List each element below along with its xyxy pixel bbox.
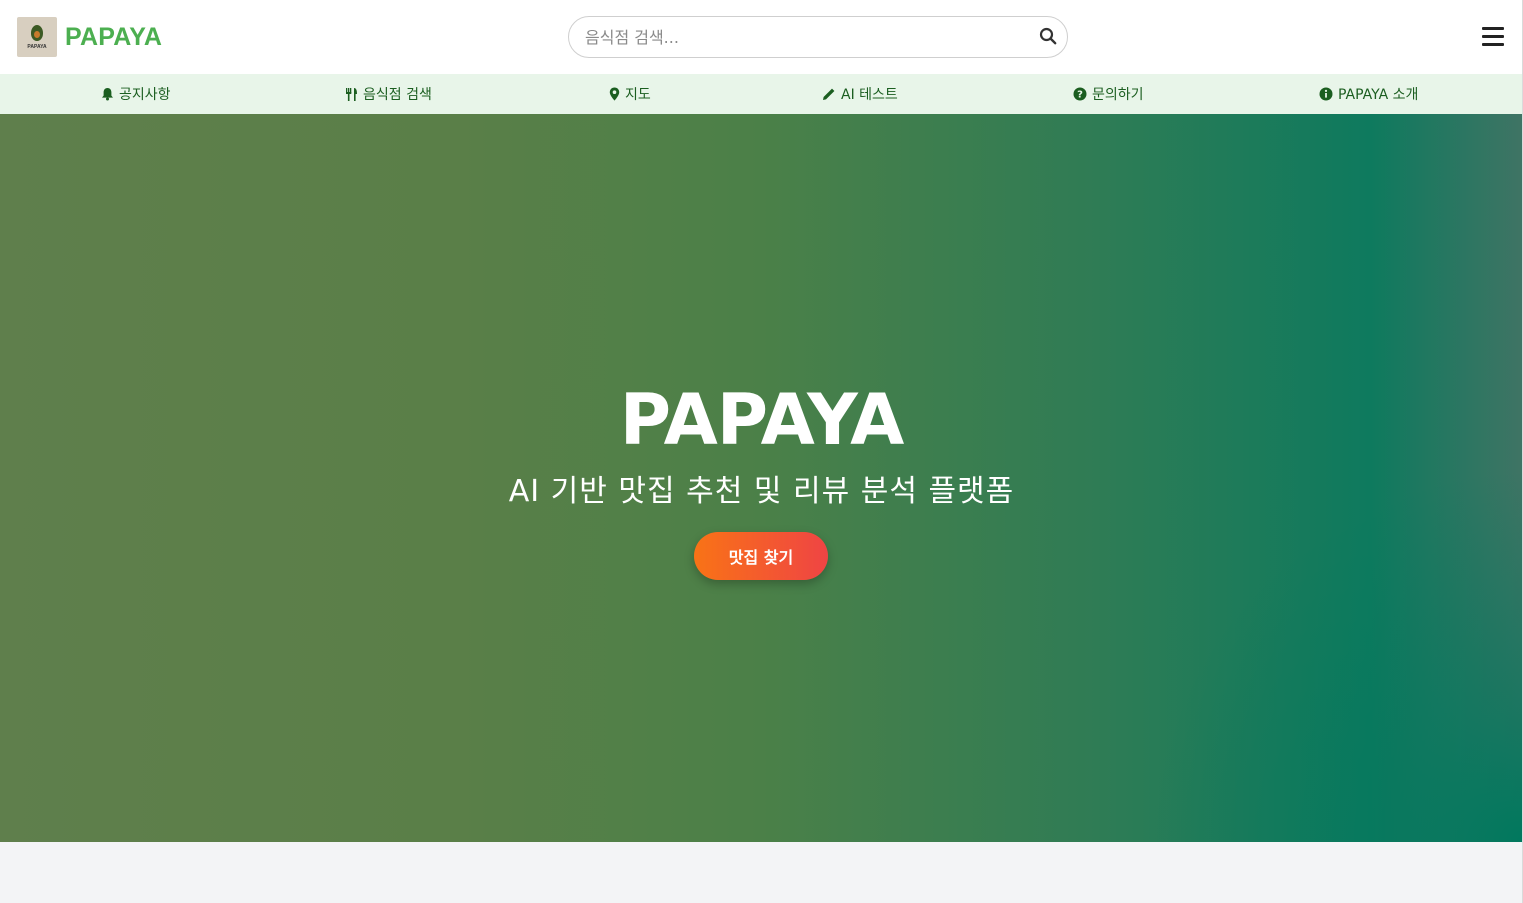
nav-item-label: 음식점 검색 [363, 87, 432, 103]
nav-item-ai-test[interactable]: AI 테스트 [822, 74, 898, 114]
bell-icon [102, 88, 113, 101]
top-header: PAPAYA PAPAYA [0, 0, 1523, 74]
info-circle-icon [1319, 87, 1333, 101]
hamburger-menu-icon[interactable] [1482, 27, 1506, 49]
papaya-seed-graphic [34, 31, 40, 38]
nav-item-label: 공지사항 [119, 87, 171, 103]
nav-item-map[interactable]: 지도 [609, 74, 651, 114]
magnifier-icon [1039, 27, 1057, 45]
nav-item-restaurant-search[interactable]: 음식점 검색 [345, 74, 432, 114]
hero-subtitle: AI 기반 맛집 추천 및 리뷰 분석 플랫폼 [508, 474, 1015, 509]
brand-name: PAPAYA [65, 22, 163, 51]
question-circle-icon: ? [1073, 87, 1087, 101]
nav-item-contact[interactable]: ? 문의하기 [1073, 74, 1144, 114]
content-area [0, 842, 1523, 903]
logo-mini-text: PAPAYA [27, 44, 47, 50]
search-input[interactable] [585, 17, 1025, 57]
hero-title: PAPAYA [619, 379, 905, 461]
nav-item-label: 문의하기 [1092, 87, 1144, 103]
nav-item-label: 지도 [625, 87, 651, 103]
pencil-icon [823, 88, 835, 100]
nav-item-label: PAPAYA 소개 [1338, 87, 1419, 103]
map-pin-icon [609, 87, 620, 101]
nav-item-notice[interactable]: 공지사항 [101, 74, 171, 114]
brand-link[interactable]: PAPAYA PAPAYA [17, 17, 162, 57]
svg-text:?: ? [1077, 90, 1083, 101]
main-nav: 공지사항 음식점 검색 지도 AI 테스트 ? 문의하기 PAPAYA 소개 [0, 74, 1523, 114]
utensils-icon [346, 88, 357, 101]
hero-section: PAPAYA AI 기반 맛집 추천 및 리뷰 분석 플랫폼 맛집 찾기 [0, 114, 1523, 842]
nav-item-label: AI 테스트 [841, 87, 898, 103]
nav-item-about[interactable]: PAPAYA 소개 [1319, 74, 1418, 114]
find-restaurants-button[interactable]: 맛집 찾기 [694, 532, 828, 580]
logo-image: PAPAYA [17, 17, 57, 57]
search-bar [568, 16, 1068, 58]
search-button[interactable] [1039, 27, 1059, 47]
